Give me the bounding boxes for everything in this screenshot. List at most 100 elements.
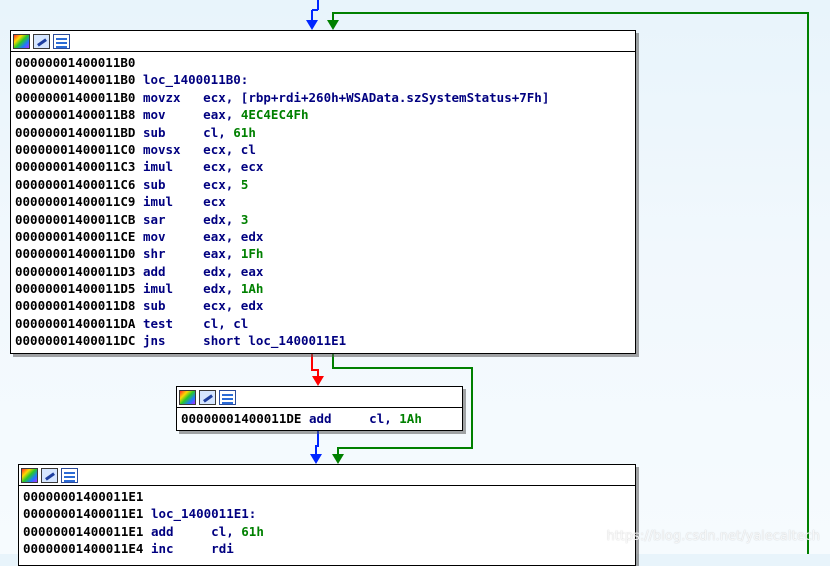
mnemonic-text: shr <box>142 246 166 262</box>
graph-icon[interactable] <box>53 33 70 49</box>
arrowhead-green-top <box>327 20 339 30</box>
color-palette-icon[interactable] <box>179 389 196 405</box>
address-text: 00000001400011D8 <box>15 298 136 314</box>
instruction-line[interactable]: 00000001400011E1 <box>23 488 631 505</box>
instruction-line[interactable]: 00000001400011C9 imul ecx <box>15 193 631 210</box>
mnemonic-text: sub <box>142 298 166 314</box>
instruction-line[interactable]: 00000001400011E4 inc rdi <box>23 540 631 557</box>
instruction-line[interactable]: 00000001400011CB sar edx, 3 <box>15 211 631 228</box>
color-palette-icon[interactable] <box>13 33 30 49</box>
instruction-line[interactable]: 00000001400011D3 add edx, eax <box>15 263 631 280</box>
address-text: 00000001400011D3 <box>15 263 136 279</box>
instruction-line[interactable]: 00000001400011B0 loc_1400011B0: <box>15 71 631 88</box>
immediate-value: 61h <box>241 523 264 539</box>
operand-text: cl, <box>203 124 234 140</box>
mnemonic-text: loc_1400011B0: <box>142 72 249 88</box>
code-block-1[interactable]: 00000001400011B0 00000001400011B0 loc_14… <box>10 30 636 354</box>
address-text: 00000001400011CE <box>15 228 136 244</box>
immediate-value: 3 <box>240 211 249 227</box>
color-palette-icon[interactable] <box>21 467 38 483</box>
address-text: 00000001400011C0 <box>15 141 136 157</box>
mnemonic-text: imul <box>142 281 174 297</box>
mnemonic-text: add <box>142 263 166 279</box>
operand-text: cl, <box>211 523 242 539</box>
instruction-line[interactable]: 00000001400011D0 shr eax, 1Fh <box>15 245 631 262</box>
immediate-value: 1Fh <box>240 246 264 262</box>
instruction-line[interactable]: 00000001400011B0 <box>15 54 631 71</box>
ida-graph-view[interactable]: 00000001400011B0 00000001400011B0 loc_14… <box>0 0 830 566</box>
instruction-line[interactable]: 00000001400011B0 movzx ecx, [rbp+rdi+260… <box>15 89 631 106</box>
operand-text: eax, edx <box>203 228 264 244</box>
address-text: 00000001400011E1 <box>23 523 144 539</box>
address-text: 00000001400011DE <box>181 411 302 426</box>
edit-icon[interactable] <box>199 389 216 405</box>
edit-icon[interactable] <box>33 33 50 49</box>
operand-text: ecx, cl <box>203 141 256 157</box>
operand-text: ecx, <box>203 176 241 192</box>
instruction-line[interactable]: 00000001400011D8 sub ecx, edx <box>15 297 631 314</box>
instruction-line[interactable]: 00000001400011DA test cl, cl <box>15 315 631 332</box>
node-header <box>177 387 462 408</box>
operand-text: ecx <box>203 194 226 210</box>
instruction-line[interactable]: 00000001400011B8 mov eax, 4EC4EC4Fh <box>15 106 631 123</box>
watermark: https://blog.csdn.net/yalecaltech <box>606 529 820 544</box>
instruction-line[interactable]: 00000001400011D5 imul edx, 1Ah <box>15 280 631 297</box>
address-text: 00000001400011C9 <box>15 194 136 210</box>
instruction-line[interactable]: 00000001400011DE add cl, 1Ah <box>181 410 458 427</box>
address-text: 00000001400011E1 <box>23 489 144 504</box>
mnemonic-text: movzx <box>142 89 181 105</box>
instruction-line[interactable]: 00000001400011C0 movsx ecx, cl <box>15 141 631 158</box>
immediate-value: 61h <box>233 124 256 140</box>
instruction-line[interactable]: 00000001400011DC jns short loc_1400011E1 <box>15 332 631 349</box>
node-header <box>19 465 635 486</box>
instruction-line[interactable]: 00000001400011E1 loc_1400011E1: <box>23 505 631 522</box>
instruction-line[interactable]: 00000001400011C3 imul ecx, ecx <box>15 158 631 175</box>
edit-icon[interactable] <box>41 467 58 483</box>
operand-text: ecx, ecx <box>203 159 264 175</box>
operand-text: eax, <box>203 246 241 262</box>
instruction-line[interactable]: 00000001400011C6 sub ecx, 5 <box>15 176 631 193</box>
address-text: 00000001400011DC <box>15 333 136 349</box>
immediate-value: 1Ah <box>399 411 422 426</box>
code-block-3[interactable]: 00000001400011E1 00000001400011E1 loc_14… <box>18 464 636 566</box>
instruction-list: 00000001400011E1 00000001400011E1 loc_14… <box>19 486 635 560</box>
mnemonic-text: sub <box>142 176 166 192</box>
mnemonic-text: imul <box>142 194 174 210</box>
mnemonic-text: movsx <box>142 141 181 157</box>
code-block-2[interactable]: 00000001400011DE add cl, 1Ah <box>176 386 463 431</box>
address-text: 00000001400011D0 <box>15 246 136 262</box>
operand-text: short loc_1400011E1 <box>203 333 347 349</box>
arrowhead-blue-bottom <box>310 454 322 464</box>
operand-text: cl, <box>369 411 400 426</box>
instruction-line[interactable]: 00000001400011BD sub cl, 61h <box>15 124 631 141</box>
instruction-line[interactable]: 00000001400011E1 add cl, 61h <box>23 523 631 540</box>
immediate-value: 1Ah <box>240 281 264 297</box>
graph-icon[interactable] <box>61 467 78 483</box>
mnemonic-text: sub <box>142 124 166 140</box>
graph-icon[interactable] <box>219 389 236 405</box>
instruction-line[interactable]: 00000001400011CE mov eax, edx <box>15 228 631 245</box>
immediate-value: 4EC4EC4Fh <box>240 107 309 123</box>
